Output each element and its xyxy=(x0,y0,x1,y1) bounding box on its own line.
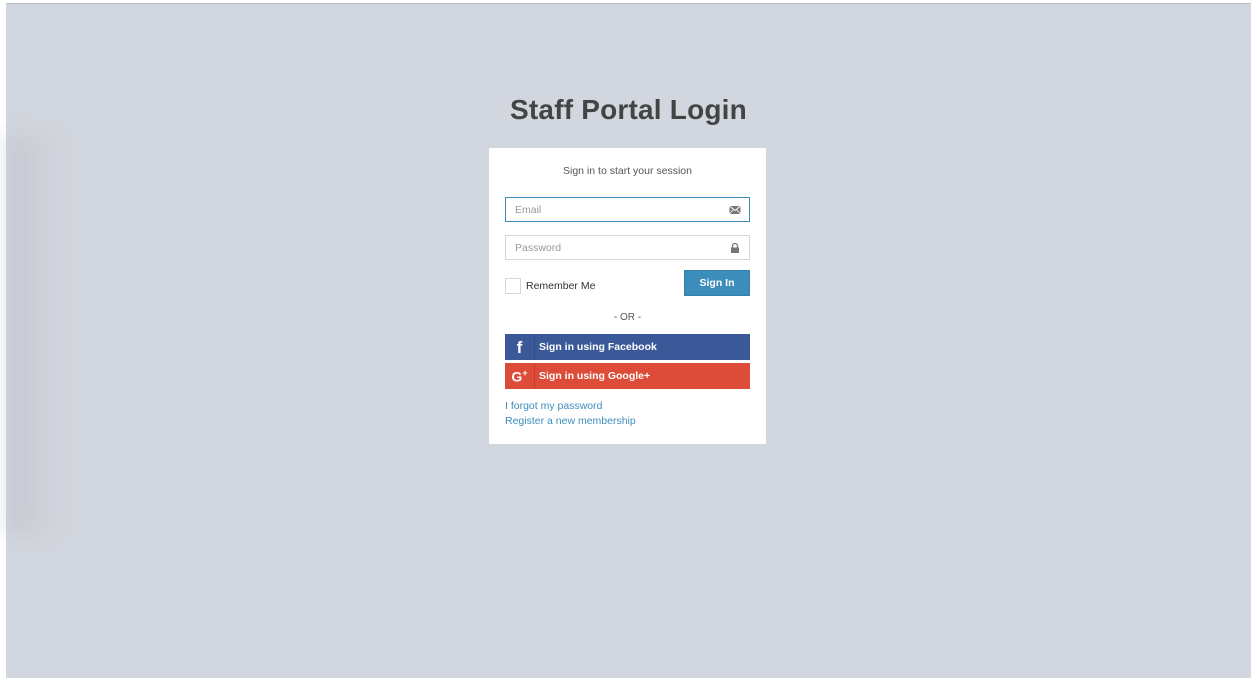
remember-me[interactable]: Remember Me xyxy=(505,277,595,294)
lock-icon xyxy=(731,242,739,253)
google-sign-in-label: Sign in using Google+ xyxy=(539,370,651,382)
sign-in-button[interactable]: Sign In xyxy=(684,270,750,296)
envelope-icon xyxy=(729,205,741,215)
password-field[interactable] xyxy=(505,235,750,260)
login-box-message: Sign in to start your session xyxy=(563,165,692,177)
page-title: Staff Portal Login xyxy=(510,94,747,125)
password-input[interactable] xyxy=(506,236,749,259)
google-plus-icon: G+ xyxy=(505,363,535,389)
google-sign-in-button[interactable]: G+ Sign in using Google+ xyxy=(505,363,750,389)
email-field[interactable] xyxy=(505,197,750,222)
login-box: Sign in to start your session Remember M… xyxy=(489,148,766,444)
forgot-password-link[interactable]: I forgot my password xyxy=(505,400,602,412)
facebook-sign-in-label: Sign in using Facebook xyxy=(539,341,657,353)
or-separator: - OR - xyxy=(613,312,642,323)
login-page: Staff Portal Login Sign in to start your… xyxy=(6,3,1251,678)
remember-me-checkbox[interactable] xyxy=(505,277,521,294)
register-link[interactable]: Register a new membership xyxy=(505,415,636,427)
remember-me-label: Remember Me xyxy=(526,279,596,292)
email-input[interactable] xyxy=(506,198,749,221)
facebook-sign-in-button[interactable]: f Sign in using Facebook xyxy=(505,334,750,360)
facebook-icon: f xyxy=(505,334,535,360)
